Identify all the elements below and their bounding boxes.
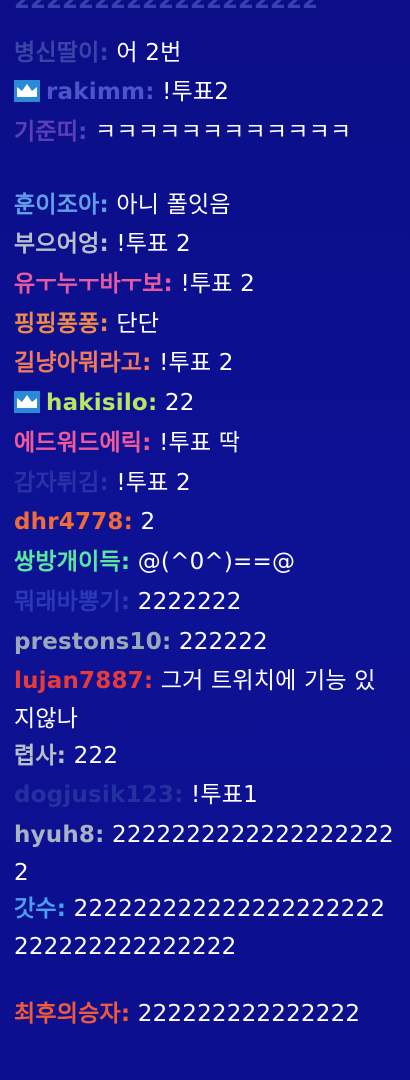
chat-colon: :: [99, 40, 109, 66]
chat-colon: :: [99, 231, 109, 257]
chat-text: 단단: [116, 311, 160, 337]
chat-colon: :: [99, 311, 109, 337]
chat-colon: :: [143, 668, 154, 694]
chat-username[interactable]: 렵사: [14, 743, 57, 769]
chat-colon: :: [147, 390, 158, 416]
chat-message: prestons10: 222222: [14, 623, 396, 661]
chat-text: @(^0^)==@: [137, 549, 296, 575]
chat-colon: :: [120, 549, 131, 575]
chat-message: 기준띠: ㅋㅋㅋㅋㅋㅋㅋㅋㅋㅋㅋㅋ: [14, 113, 396, 151]
chat-message: 핑핑퐁퐁: 단단: [14, 305, 396, 343]
chat-colon: :: [120, 589, 131, 615]
chat-colon: :: [142, 350, 152, 376]
chat-username[interactable]: rakimm: [46, 79, 145, 105]
chat-text: !투표 2: [159, 350, 234, 376]
chat-username[interactable]: hakisilo: [46, 390, 148, 416]
chat-username[interactable]: 뭐래바뽕기: [14, 589, 121, 615]
chat-message: 에드워드에릭: !투표 딱: [14, 424, 396, 462]
chat-message: 최후의승자: 222222222222222: [14, 995, 396, 1033]
chat-text: 2222222: [137, 589, 242, 615]
chat-colon: :: [123, 509, 134, 535]
chat-text: !투표1: [191, 782, 258, 808]
chat-colon: :: [56, 896, 67, 922]
chat-username[interactable]: 길냥아뭐라고: [14, 350, 142, 376]
chat-colon: :: [99, 470, 109, 496]
chat-username: 2222222222222222222: [14, 0, 319, 14]
chat-username[interactable]: 유ㅜ누ㅜ바ㅜ보: [14, 271, 164, 297]
crown-icon: [14, 79, 40, 102]
chat-colon: :: [142, 430, 152, 456]
chat-colon: :: [174, 782, 184, 808]
chat-message: dogjusik123: !투표1: [14, 776, 396, 814]
chat-message: 길냥아뭐라고: !투표 2: [14, 344, 396, 382]
chat-text: !투표 딱: [159, 430, 241, 456]
chat-colon: :: [120, 1001, 131, 1027]
chat-text: 222: [73, 743, 119, 769]
chat-username[interactable]: 갓수: [14, 896, 57, 922]
chat-message: hakisilo: 22: [14, 384, 396, 422]
chat-username[interactable]: 에드워드에릭: [14, 430, 142, 456]
chat-colon: :: [99, 192, 109, 218]
chat-username[interactable]: hyuh8: [14, 822, 95, 848]
chat-colon: :: [78, 119, 88, 145]
chat-colon: :: [95, 822, 105, 848]
chat-colon: :: [161, 629, 172, 655]
chat-text: !투표 2: [116, 231, 191, 257]
chat-message: 갓수: 222222222222222222222222222222222222: [14, 890, 396, 966]
chat-username[interactable]: 부으어엉: [14, 231, 99, 257]
chat-username[interactable]: 쌍방개이득: [14, 549, 121, 575]
crown-icon: [14, 390, 40, 413]
chat-message: 뭐래바뽕기: 2222222: [14, 583, 396, 621]
chat-text: 222222222222222: [137, 1001, 361, 1027]
chat-text: 2: [140, 509, 156, 535]
chat-message-partial: 2222222222222222222: [14, 0, 318, 20]
chat-text: ㅋㅋㅋㅋㅋㅋㅋㅋㅋㅋㅋㅋ: [95, 119, 352, 145]
chat-username[interactable]: 병신딸이: [14, 40, 99, 66]
chat-message: dhr4778: 2: [14, 503, 396, 541]
chat-message: 부으어엉: !투표 2: [14, 225, 396, 263]
chat-username[interactable]: dogjusik123: [14, 782, 174, 808]
chat-text: 222222: [178, 629, 268, 655]
chat-text: 222222222222222222222222222222222222: [14, 896, 386, 960]
chat-username[interactable]: 최후의승자: [14, 1001, 121, 1027]
chat-text: !투표 2: [180, 271, 255, 297]
chat-username[interactable]: 핑핑퐁퐁: [14, 311, 99, 337]
chat-message: 감자튀김: !투표 2: [14, 464, 396, 502]
chat-username[interactable]: 감자튀김: [14, 470, 99, 496]
chat-username[interactable]: dhr4778: [14, 509, 124, 535]
chat-username[interactable]: prestons10: [14, 629, 162, 655]
chat-colon: :: [163, 271, 173, 297]
chat-colon: :: [56, 743, 67, 769]
chat-username[interactable]: lujan7887: [14, 668, 144, 694]
chat-message: lujan7887: 그거 트위치에 기능 있지않나: [14, 662, 396, 738]
chat-text: !투표2: [162, 79, 230, 105]
chat-message: 병신딸이: 어 2번: [14, 34, 396, 72]
chat-text: 어 2번: [116, 40, 182, 66]
chat-message: 훈이조아: 아니 폴잇음: [14, 186, 396, 224]
chat-panel: 2222222222222222222 병신딸이: 어 2번 rakimm: !…: [0, 0, 410, 1080]
chat-username[interactable]: 훈이조아: [14, 192, 99, 218]
chat-message: rakimm: !투표2: [14, 73, 396, 111]
chat-message: 렵사: 222: [14, 737, 396, 775]
chat-message: 유ㅜ누ㅜ바ㅜ보: !투표 2: [14, 265, 396, 303]
chat-colon: :: [145, 79, 155, 105]
chat-message: hyuh8: 22222222222222222222: [14, 816, 396, 892]
chat-username[interactable]: 기준띠: [14, 119, 78, 145]
chat-message: 쌍방개이득: @(^0^)==@: [14, 543, 396, 581]
chat-text: !투표 2: [116, 470, 191, 496]
chat-text: 22: [164, 390, 195, 416]
chat-text: 아니 폴잇음: [116, 192, 231, 218]
